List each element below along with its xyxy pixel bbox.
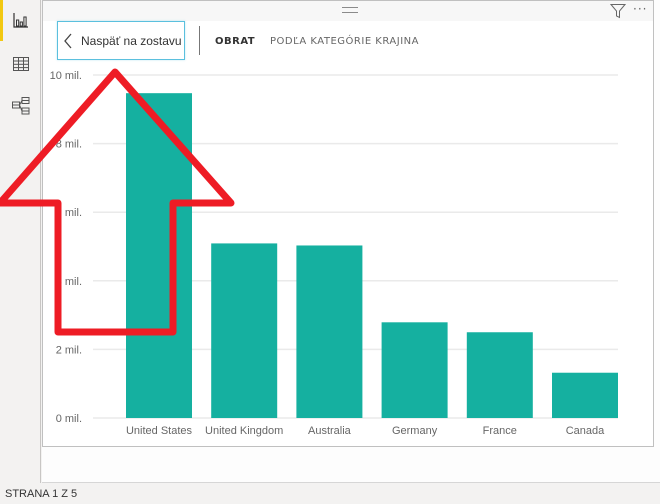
y-tick-label: 0 mil. bbox=[56, 413, 82, 425]
bar-chart-visual[interactable]: ··· Naspäť na zostavu OBRAT PODĽA KATEGÓ… bbox=[42, 0, 654, 447]
data-view-button[interactable] bbox=[8, 51, 34, 77]
x-tick-label: United States bbox=[126, 425, 193, 437]
y-tick-label: 4 mil. bbox=[56, 276, 82, 288]
x-tick-label: Canada bbox=[566, 425, 605, 437]
active-view-indicator bbox=[0, 0, 3, 41]
y-tick-label: 2 mil. bbox=[56, 344, 82, 356]
bar-chart: 0 mil. 2 mil. 4 mil. 6 mil. 8 mil. 10 mil. Uni… bbox=[50, 70, 618, 437]
model-diagram-icon bbox=[12, 97, 30, 115]
bar-united-states[interactable] bbox=[126, 93, 192, 418]
x-tick-label: Germany bbox=[392, 425, 438, 437]
report-view-button[interactable] bbox=[8, 7, 34, 33]
bar-germany[interactable] bbox=[381, 322, 448, 418]
bar-chart-icon bbox=[13, 13, 28, 28]
bar-france[interactable] bbox=[466, 332, 533, 418]
model-view-button[interactable] bbox=[8, 93, 34, 119]
status-bar: STRANA 1 Z 5 bbox=[0, 484, 660, 504]
bar-united-kingdom[interactable] bbox=[211, 243, 278, 418]
report-canvas: ··· Naspäť na zostavu OBRAT PODĽA KATEGÓ… bbox=[42, 0, 660, 483]
y-tick-label: 8 mil. bbox=[56, 139, 82, 151]
y-tick-label: 10 mil. bbox=[50, 70, 82, 82]
view-navigation-rail bbox=[0, 0, 41, 483]
page-indicator: STRANA 1 Z 5 bbox=[5, 488, 78, 500]
x-tick-label: United Kingdom bbox=[205, 425, 283, 437]
bar-canada[interactable] bbox=[552, 372, 618, 418]
table-grid-icon bbox=[13, 57, 29, 71]
bar-australia[interactable] bbox=[296, 245, 363, 418]
x-tick-label: France bbox=[483, 425, 517, 437]
x-tick-label: Australia bbox=[308, 425, 352, 437]
y-tick-label: 6 mil. bbox=[56, 207, 82, 219]
power-bi-report: ··· Naspäť na zostavu OBRAT PODĽA KATEGÓ… bbox=[0, 0, 660, 504]
